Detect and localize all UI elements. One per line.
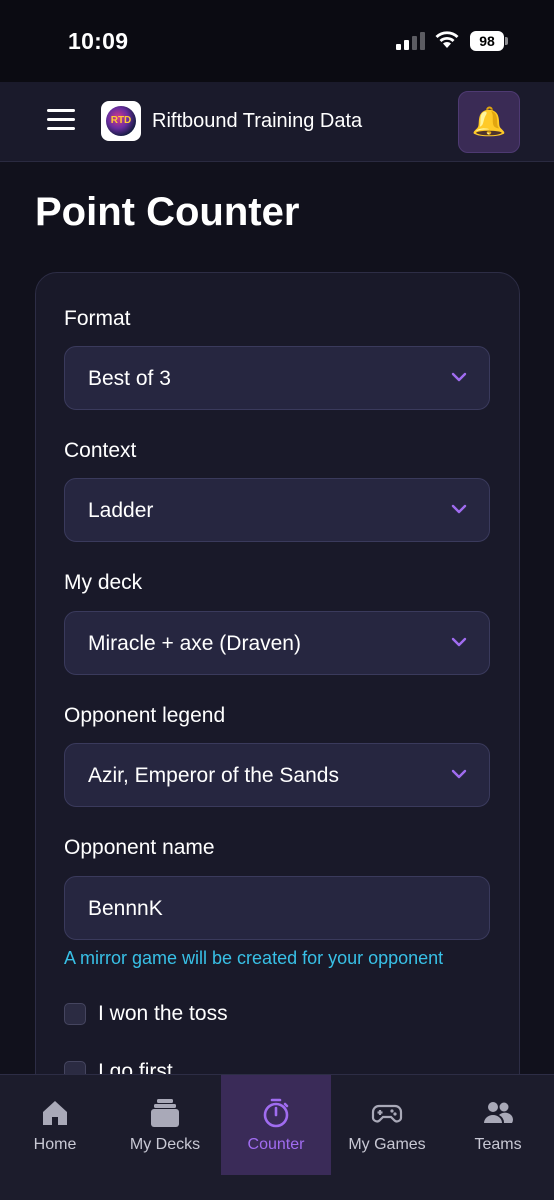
nav-home[interactable]: Home xyxy=(0,1075,110,1175)
nav-home-label: Home xyxy=(33,1136,77,1153)
nav-my-decks-label: My Decks xyxy=(129,1136,201,1153)
nav-my-games-label: My Games xyxy=(348,1136,426,1153)
nav-teams-label: Teams xyxy=(474,1136,522,1153)
nav-teams[interactable]: Teams xyxy=(443,1075,553,1175)
bell-icon: 🔔 xyxy=(471,106,507,137)
context-select[interactable]: Ladder xyxy=(64,478,490,542)
opponent-name-value: BennnK xyxy=(88,897,163,920)
stopwatch-icon xyxy=(263,1098,289,1128)
format-label: Format xyxy=(64,307,131,330)
mirror-game-hint: A mirror game will be created for your o… xyxy=(64,948,444,968)
my-deck-select[interactable]: Miracle + axe (Draven) xyxy=(64,611,490,675)
my-deck-value: Miracle + axe (Draven) xyxy=(88,632,301,655)
menu-icon[interactable] xyxy=(47,109,77,133)
app-header: RTD Riftbound Training Data 🔔 xyxy=(0,82,554,162)
logo-mark: RTD xyxy=(106,106,136,136)
status-time: 10:09 xyxy=(68,28,129,54)
opponent-legend-label: Opponent legend xyxy=(64,704,226,727)
opponent-name-label: Opponent name xyxy=(64,836,215,859)
gamepad-icon xyxy=(371,1104,403,1123)
home-icon xyxy=(43,1101,67,1125)
page-title: Point Counter xyxy=(35,190,300,234)
nav-counter-label: Counter xyxy=(247,1136,305,1153)
my-deck-label: My deck xyxy=(64,571,143,594)
chevron-down-icon xyxy=(451,504,467,514)
nav-my-games[interactable]: My Games xyxy=(332,1075,442,1175)
won-toss-label: I won the toss xyxy=(98,1002,228,1025)
chevron-down-icon xyxy=(451,769,467,779)
nav-counter[interactable]: Counter xyxy=(221,1075,331,1175)
cellular-signal-icon xyxy=(396,32,425,50)
battery-tip xyxy=(505,37,508,45)
status-bar: 10:09 98 xyxy=(0,0,554,82)
won-toss-checkbox[interactable] xyxy=(64,1003,86,1025)
decks-icon xyxy=(151,1099,179,1127)
app-title: Riftbound Training Data xyxy=(152,110,363,132)
context-value: Ladder xyxy=(88,499,154,522)
context-label: Context xyxy=(64,439,137,462)
chevron-down-icon xyxy=(451,637,467,647)
format-value: Best of 3 xyxy=(88,367,171,390)
users-icon xyxy=(484,1102,513,1123)
format-select[interactable]: Best of 3 xyxy=(64,346,490,410)
opponent-name-input[interactable]: BennnK xyxy=(64,876,490,940)
opponent-legend-value: Azir, Emperor of the Sands xyxy=(88,764,339,787)
app-logo[interactable]: RTD xyxy=(101,101,141,141)
battery-indicator: 98 xyxy=(470,31,504,51)
nav-my-decks[interactable]: My Decks xyxy=(110,1075,220,1175)
chevron-down-icon xyxy=(451,372,467,382)
bottom-nav: Home My Decks Counter My Games Teams xyxy=(0,1074,554,1200)
wifi-icon xyxy=(435,31,459,48)
notifications-button[interactable]: 🔔 xyxy=(458,91,520,153)
opponent-legend-select[interactable]: Azir, Emperor of the Sands xyxy=(64,743,490,807)
